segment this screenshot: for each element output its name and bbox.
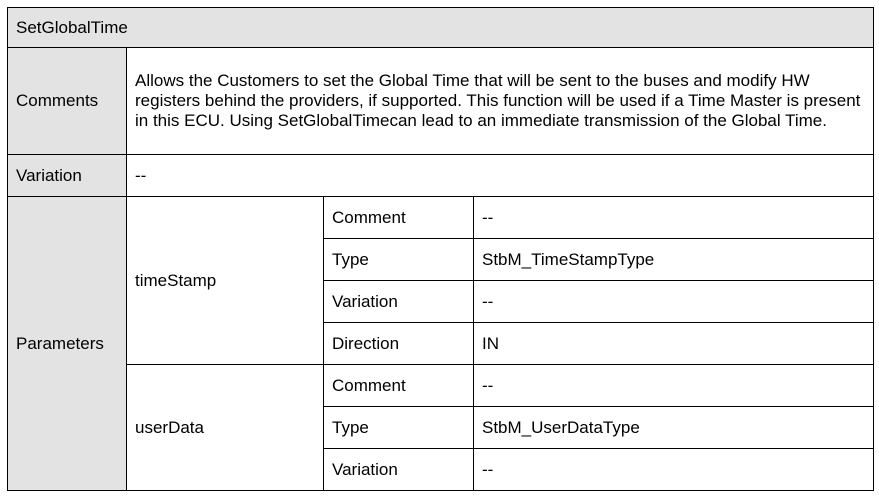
title-row: SetGlobalTime [7, 7, 874, 48]
param-key: Variation [323, 280, 474, 323]
variation-label: Variation [7, 154, 127, 197]
api-spec-table: SetGlobalTime Comments Allows the Custom… [7, 7, 874, 491]
param-row: userData Comment -- [8, 364, 874, 491]
param-value: -- [473, 448, 874, 491]
function-name: SetGlobalTime [7, 7, 874, 48]
param-key: Direction [323, 322, 474, 365]
param-name-userdata: userData [126, 364, 324, 491]
param-key: Comment [323, 196, 474, 239]
variation-value: -- [126, 154, 874, 197]
comments-label: Comments [7, 47, 127, 155]
comments-text: Allows the Customers to set the Global T… [126, 47, 874, 155]
param-value: StbM_UserDataType [473, 406, 874, 449]
param-value: -- [473, 196, 874, 239]
param-row: Parameters timeStamp Comment -- [7, 196, 874, 491]
param-key: Comment [323, 364, 474, 407]
param-value: -- [473, 364, 874, 407]
param-key: Type [323, 406, 474, 449]
variation-row: Variation -- [7, 154, 874, 197]
parameters-label: Parameters [7, 196, 127, 491]
param-value: StbM_TimeStampType [473, 238, 874, 281]
param-value: -- [473, 280, 874, 323]
param-key: Type [323, 238, 474, 281]
param-value: IN [473, 322, 874, 365]
comments-row: Comments Allows the Customers to set the… [7, 47, 874, 155]
param-key: Variation [323, 448, 474, 491]
param-name-timestamp: timeStamp [126, 196, 324, 365]
page: SetGlobalTime Comments Allows the Custom… [0, 0, 879, 500]
